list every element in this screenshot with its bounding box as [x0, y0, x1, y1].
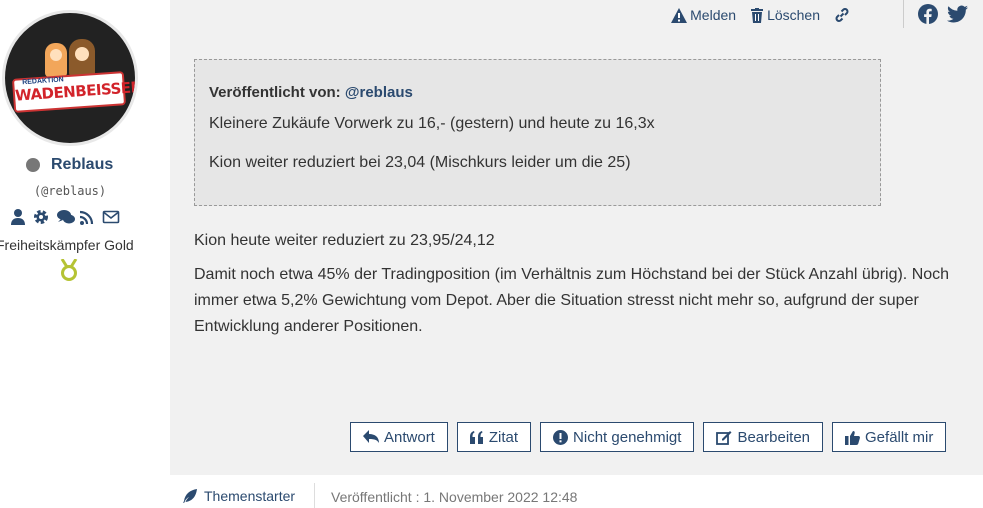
quote-author: Veröffentlicht von: @reblaus — [209, 84, 866, 101]
edit-label: Bearbeiten — [737, 428, 811, 446]
post-footer: Themenstarter Veröffentlicht : 1. Novemb… — [170, 475, 983, 508]
thread-starter-label: Themenstarter — [204, 488, 296, 504]
quote-line-2: Kion weiter reduziert bei 23,04 (Mischku… — [209, 154, 631, 171]
delete-button[interactable]: Löschen — [750, 7, 820, 23]
quote-label: Zitat — [488, 428, 519, 446]
rss-icon[interactable] — [79, 208, 95, 226]
report-button[interactable]: Melden — [671, 7, 736, 23]
medal-icon — [59, 258, 79, 286]
twitter-icon[interactable] — [947, 4, 969, 29]
reply-button[interactable]: Antwort — [350, 422, 448, 452]
unapprove-label: Nicht genehmigt — [573, 428, 682, 446]
edit-button[interactable]: Bearbeiten — [703, 422, 824, 452]
like-label: Gefällt mir — [865, 428, 934, 446]
online-status-icon — [26, 158, 40, 172]
author-actions — [10, 208, 120, 226]
avatar-logo: REDAKTION WADENBEISSER — [11, 71, 135, 113]
quote-author-label: Veröffentlicht von: — [209, 84, 341, 101]
reply-label: Antwort — [384, 428, 435, 446]
post-paragraph-1: Kion heute weiter reduziert zu 23,95/24,… — [194, 232, 495, 249]
author-username[interactable]: Reblaus — [51, 156, 113, 174]
quote-button[interactable]: Zitat — [456, 422, 532, 452]
forum-post: REDAKTION WADENBEISSER Reblaus (@reblaus… — [0, 0, 983, 508]
avatar-face-left — [50, 49, 62, 61]
facebook-icon[interactable] — [918, 4, 938, 29]
envelope-icon[interactable] — [102, 208, 120, 226]
thumbs-up-icon — [845, 430, 860, 445]
actions-divider — [903, 0, 904, 28]
author-panel: REDAKTION WADENBEISSER Reblaus (@reblaus… — [0, 0, 170, 508]
like-button[interactable]: Gefällt mir — [832, 422, 947, 452]
quote-author-mention[interactable]: @reblaus — [345, 84, 413, 101]
feather-icon — [183, 489, 197, 503]
edit-icon — [716, 430, 732, 445]
avatar[interactable]: REDAKTION WADENBEISSER — [2, 10, 138, 146]
post-content: Melden Löschen Veröffentlicht von: @rebl… — [170, 0, 983, 475]
post-paragraph-2: Damit noch etwa 45% der Tradingposition … — [194, 266, 950, 335]
quote-line-1: Kleinere Zukäufe Vorwerk zu 16,- (gester… — [209, 115, 655, 132]
trash-icon — [751, 7, 764, 23]
delete-label: Löschen — [767, 7, 820, 23]
published-timestamp: Veröffentlicht : 1. November 2022 12:48 — [331, 489, 578, 505]
comments-icon[interactable] — [56, 208, 75, 226]
report-label: Melden — [690, 7, 737, 23]
exclamation-circle-icon — [553, 429, 569, 445]
user-icon[interactable] — [10, 208, 26, 226]
unapprove-button[interactable]: Nicht genehmigt — [540, 422, 695, 452]
avatar-face-right — [75, 47, 89, 61]
share-buttons — [918, 4, 969, 29]
author-handle: (@reblaus) — [33, 184, 107, 198]
gear-icon[interactable] — [33, 208, 49, 226]
footer-divider — [314, 483, 315, 508]
reply-icon — [363, 430, 379, 443]
post-body: Kion heute weiter reduziert zu 23,95/24,… — [194, 228, 954, 340]
quote-icon — [469, 430, 483, 444]
post-top-actions: Melden Löschen — [671, 7, 850, 23]
author-rank: Freiheitskämpfer Gold — [0, 237, 134, 253]
quoted-post: Veröffentlicht von: @reblaus Kleinere Zu… — [194, 59, 881, 206]
post-action-buttons: Antwort Zitat Nicht genehmigt Bearbeiten… — [350, 422, 947, 452]
thread-starter-badge: Themenstarter — [182, 488, 295, 504]
warning-icon — [671, 7, 688, 23]
link-icon[interactable] — [834, 7, 850, 23]
